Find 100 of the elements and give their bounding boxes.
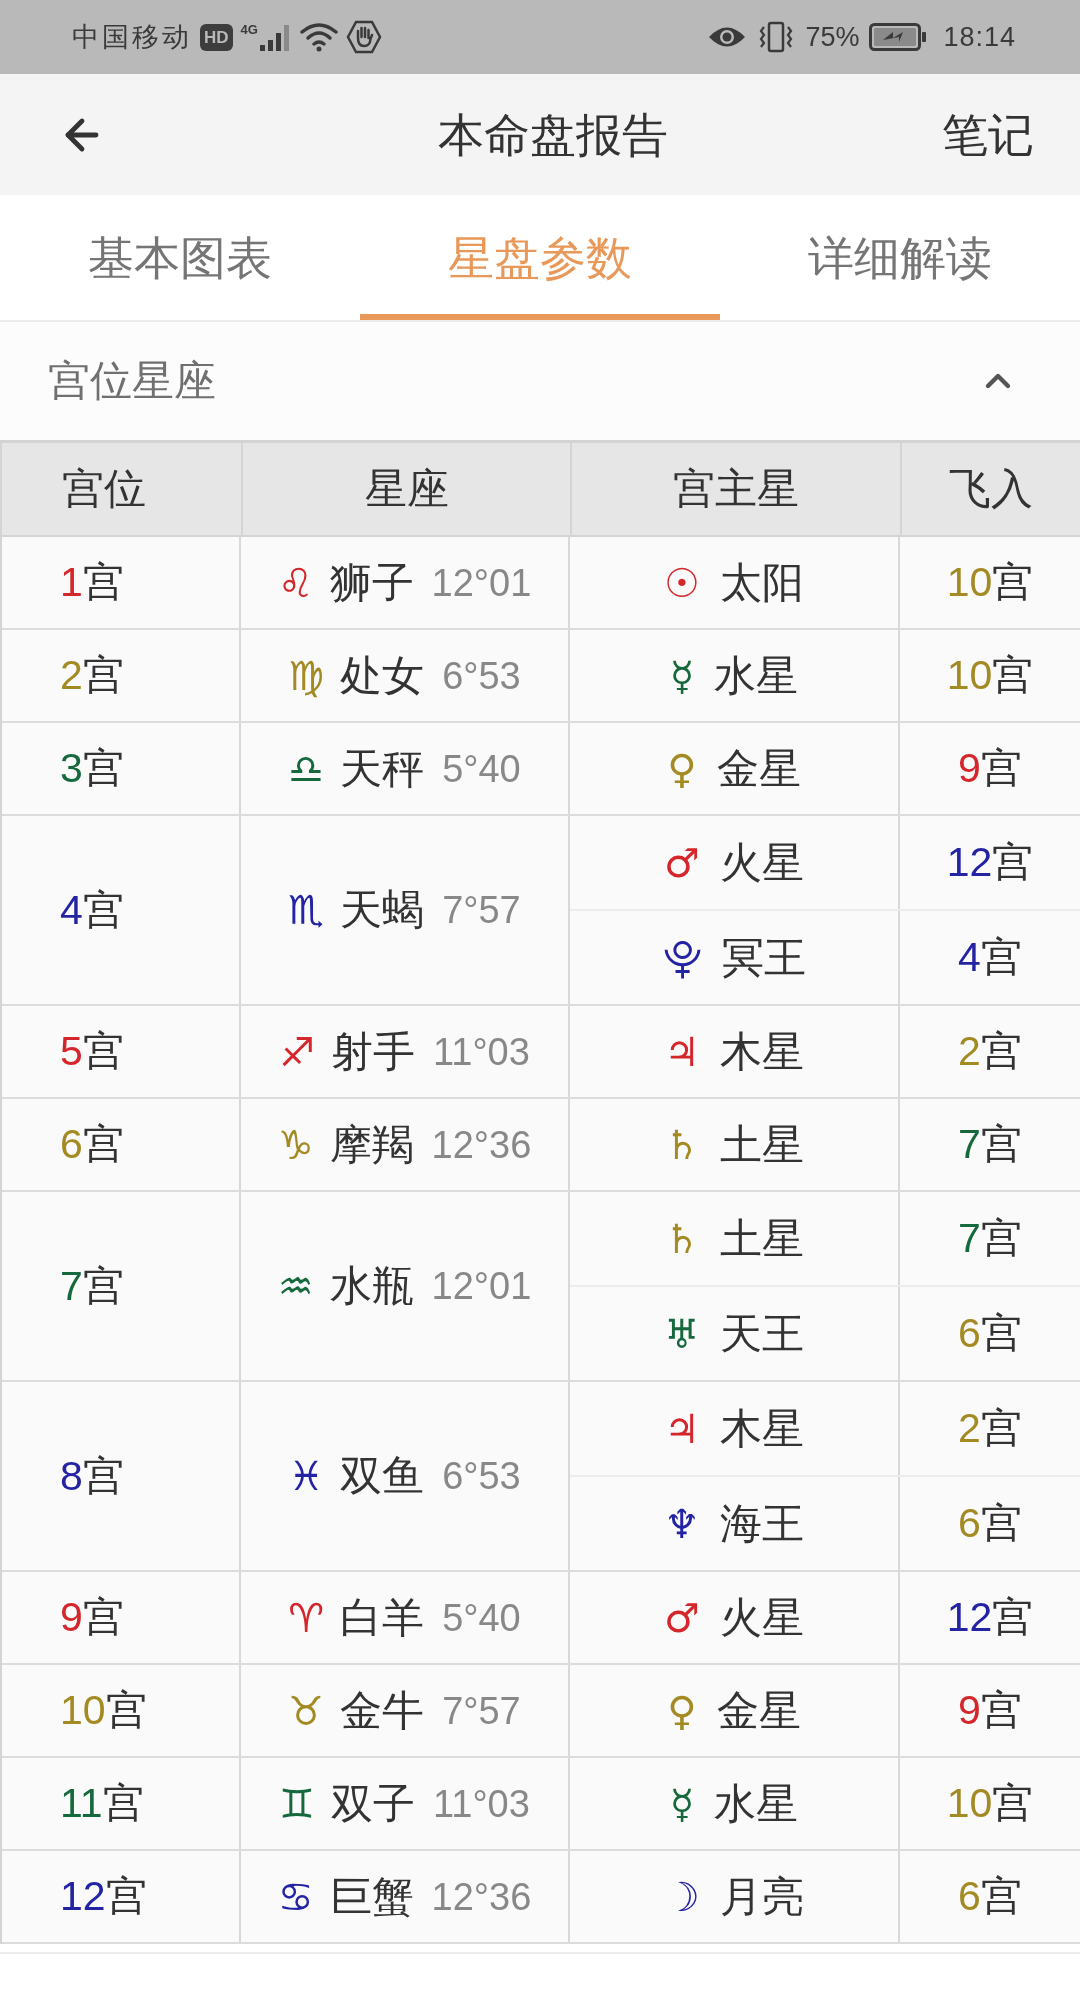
sign-name: 水瓶 (329, 1265, 414, 1307)
planet-name: 月亮 (719, 1875, 804, 1918)
planet-name: 海王 (719, 1502, 804, 1545)
house-label: 6宫 (958, 1313, 1022, 1354)
tab[interactable]: 基本图表 (0, 195, 360, 320)
planet-symbol-icon: ♀ (667, 1690, 697, 1731)
planet-symbol-icon: ☿ (669, 1783, 695, 1824)
house-label: 4宫 (60, 889, 124, 931)
hd-badge: HD (200, 23, 233, 51)
sign-degree: 7°57 (442, 1691, 521, 1730)
sign-name: 摩羯 (329, 1123, 414, 1166)
sign-degree: 5°40 (442, 749, 521, 788)
zodiac-sign-icon: ♉ (288, 1690, 325, 1731)
planet-symbol-icon: ☿ (669, 655, 695, 696)
planet-name: 土星 (719, 1123, 804, 1166)
planet-name: 太阳 (719, 561, 804, 604)
planet-symbol-icon: ♄ (664, 1124, 700, 1165)
planet-name: 水星 (714, 654, 799, 697)
house-label: 9宫 (958, 748, 1022, 789)
house-label: 10宫 (946, 562, 1034, 603)
house-label: 6宫 (958, 1876, 1022, 1917)
house-label: 7宫 (958, 1218, 1022, 1259)
zodiac-sign-icon: ♓ (288, 1456, 325, 1496)
battery-percent: 75% (805, 23, 860, 51)
sign-name: 白羊 (340, 1596, 425, 1639)
house-label: 12宫 (946, 842, 1034, 883)
zodiac-sign-icon: ♋ (277, 1876, 314, 1917)
sign-degree: 7°57 (442, 891, 521, 929)
planet-name: 土星 (719, 1217, 804, 1260)
zodiac-sign-icon: ♐ (279, 1031, 315, 1072)
sign-degree: 11°03 (432, 1784, 530, 1823)
house-label: 7宫 (60, 1265, 124, 1307)
planet-symbol-icon: ♆ (664, 1503, 700, 1544)
house-label: 9宫 (60, 1597, 124, 1638)
sign-degree: 12°36 (431, 1125, 532, 1164)
column-header: 飞入 (949, 468, 1033, 510)
house-label: 10宫 (60, 1690, 147, 1731)
zodiac-sign-icon: ♍ (288, 655, 325, 696)
planet-name: 金星 (716, 1689, 801, 1732)
sign-name: 巨蟹 (329, 1875, 414, 1918)
zodiac-sign-icon: ♑ (277, 1124, 314, 1165)
house-label: 2宫 (60, 655, 124, 696)
planet-symbol-icon: ♀ (667, 748, 697, 789)
hand-icon (345, 20, 382, 54)
notes-button[interactable]: 笔记 (942, 111, 1034, 158)
carrier-name: 中国移动 (72, 23, 192, 51)
column-header: 星座 (364, 468, 449, 510)
sign-name: 射手 (330, 1030, 415, 1073)
planet-name: 冥王 (721, 936, 806, 979)
house-label: 12宫 (60, 1876, 147, 1917)
zodiac-sign-icon: ♎ (288, 748, 325, 789)
planet-name: 天王 (719, 1312, 804, 1355)
planet-symbol-icon: ♃ (664, 1031, 700, 1072)
sign-degree: 12°36 (431, 1877, 532, 1916)
sign-name: 金牛 (340, 1689, 425, 1732)
planet-name: 木星 (719, 1030, 804, 1073)
sign-name: 天秤 (340, 747, 425, 790)
house-label: 2宫 (958, 1408, 1022, 1449)
sign-name: 双子 (330, 1782, 415, 1825)
sign-degree: 5°40 (442, 1598, 521, 1637)
sign-name: 天蝎 (340, 889, 425, 931)
zodiac-sign-icon: ♒ (277, 1266, 314, 1306)
planet-symbol-icon: ☽ (664, 1876, 700, 1917)
page-title: 本命盘报告 (437, 111, 668, 158)
sign-name: 处女 (340, 654, 425, 697)
column-header: 宫位 (62, 468, 146, 510)
sign-name: 双鱼 (340, 1455, 425, 1497)
sign-degree: 11°03 (432, 1032, 530, 1071)
sign-degree: 12°01 (431, 563, 532, 602)
sign-degree: 12°01 (431, 1267, 532, 1305)
zodiac-sign-icon: ♈ (288, 1597, 325, 1638)
clock-time: 18:14 (943, 23, 1016, 51)
planet-symbol-icon: ☉ (664, 562, 700, 603)
signal-icon (257, 23, 292, 51)
house-label: 10宫 (946, 1783, 1034, 1824)
wifi-icon (299, 22, 338, 52)
sign-degree: 6°53 (442, 656, 521, 695)
battery-charging-icon (869, 23, 928, 51)
zodiac-sign-icon: ♏ (288, 890, 325, 930)
house-label: 5宫 (60, 1031, 124, 1072)
house-label: 6宫 (958, 1503, 1022, 1544)
house-label: 1宫 (60, 562, 124, 603)
planet-symbol-icon: ♂ (664, 1597, 700, 1638)
planet-symbol-icon: ⯓ (662, 937, 702, 978)
planet-symbol-icon: ♄ (664, 1218, 700, 1259)
house-label: 7宫 (958, 1124, 1022, 1165)
zodiac-sign-icon: ♊ (279, 1783, 315, 1824)
sign-name: 狮子 (329, 561, 414, 604)
house-label: 8宫 (60, 1455, 124, 1497)
house-label: 9宫 (958, 1690, 1022, 1731)
tab[interactable]: 详细解读 (720, 195, 1080, 320)
planet-name: 水星 (714, 1782, 799, 1825)
zodiac-sign-icon: ♌ (277, 562, 314, 603)
column-header: 宫主星 (673, 468, 799, 510)
planet-name: 火星 (719, 841, 804, 884)
planet-symbol-icon: ♅ (664, 1313, 700, 1354)
sign-degree: 6°53 (442, 1457, 521, 1495)
house-label: 4宫 (958, 937, 1022, 978)
house-label: 6宫 (60, 1124, 124, 1165)
house-label: 10宫 (946, 655, 1034, 696)
